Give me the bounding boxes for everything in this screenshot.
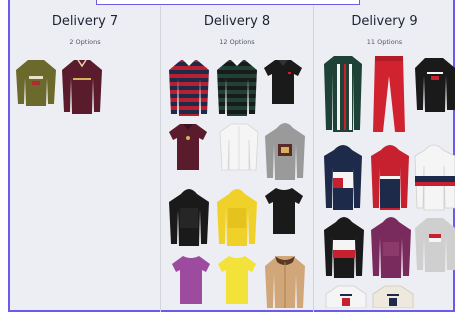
product-striped-shirt[interactable] <box>322 54 364 134</box>
product-white-jacket[interactable] <box>413 142 455 212</box>
rugby-shirt-icon <box>169 60 209 116</box>
jacket-icon <box>371 145 409 210</box>
polo-shirt-icon <box>264 60 302 104</box>
column-delivery-7: Delivery 7 2 Options <box>10 0 160 312</box>
product-striped-rugby-green[interactable] <box>215 58 259 118</box>
product-grey-sweatshirt[interactable] <box>415 214 455 274</box>
trousers-icon <box>373 56 405 132</box>
column-title: Delivery 7 <box>51 14 119 29</box>
rugby-shirt-icon <box>217 60 257 116</box>
product-white-shirt[interactable] <box>218 122 260 172</box>
product-cream-sweatshirt[interactable] <box>371 284 415 308</box>
hoodie-icon <box>217 189 257 246</box>
shirt-icon <box>219 123 259 171</box>
column-title: Delivery 8 <box>203 14 271 29</box>
column-subtitle: 2 Options <box>69 38 101 46</box>
product-red-trousers[interactable] <box>369 54 409 136</box>
sweatshirt-icon <box>415 58 455 112</box>
column-subtitle: 12 Options <box>219 38 255 46</box>
product-colorblock-hoodie[interactable] <box>322 214 366 280</box>
product-black-hoodie[interactable] <box>167 186 211 248</box>
hoodie-icon <box>324 217 364 278</box>
product-red-navy-jacket[interactable] <box>369 142 411 212</box>
product-burgundy-polo[interactable] <box>167 122 209 172</box>
product-black-polo[interactable] <box>262 58 304 106</box>
tshirt-icon <box>172 256 210 304</box>
product-olive-sweatshirt[interactable] <box>14 56 58 108</box>
tshirt-icon <box>265 188 303 234</box>
hoodie-icon <box>265 123 305 180</box>
product-white-sweatshirt[interactable] <box>324 284 368 308</box>
sweatshirt-icon <box>62 59 102 114</box>
hoodie-icon <box>169 189 209 246</box>
product-grey-hoodie[interactable] <box>263 120 307 182</box>
sweatshirt-icon <box>16 60 56 106</box>
product-purple-tshirt[interactable] <box>170 254 212 306</box>
jacket-icon <box>324 145 362 210</box>
product-yellow-tshirt[interactable] <box>216 254 258 306</box>
product-purple-hoodie[interactable] <box>369 214 413 280</box>
jacket-icon <box>265 256 305 308</box>
product-black-sweatshirt[interactable] <box>413 54 455 114</box>
shirt-icon <box>324 56 362 132</box>
column-subtitle: 11 Options <box>366 38 403 46</box>
column-title: Delivery 9 <box>351 14 418 29</box>
product-burgundy-sweatshirt[interactable] <box>60 56 104 116</box>
product-yellow-hoodie[interactable] <box>215 186 259 248</box>
sweatshirt-icon <box>372 285 414 308</box>
sweatshirt-icon <box>325 285 367 308</box>
sweatshirt-icon <box>415 218 455 272</box>
product-tan-jacket[interactable] <box>263 252 307 310</box>
product-striped-rugby-red[interactable] <box>167 58 211 118</box>
jacket-icon <box>414 144 455 211</box>
product-black-tshirt[interactable] <box>263 186 305 236</box>
polo-shirt-icon <box>169 124 207 170</box>
tshirt-icon <box>218 256 256 304</box>
product-navy-jacket[interactable] <box>322 142 364 212</box>
hoodie-icon <box>371 217 411 278</box>
